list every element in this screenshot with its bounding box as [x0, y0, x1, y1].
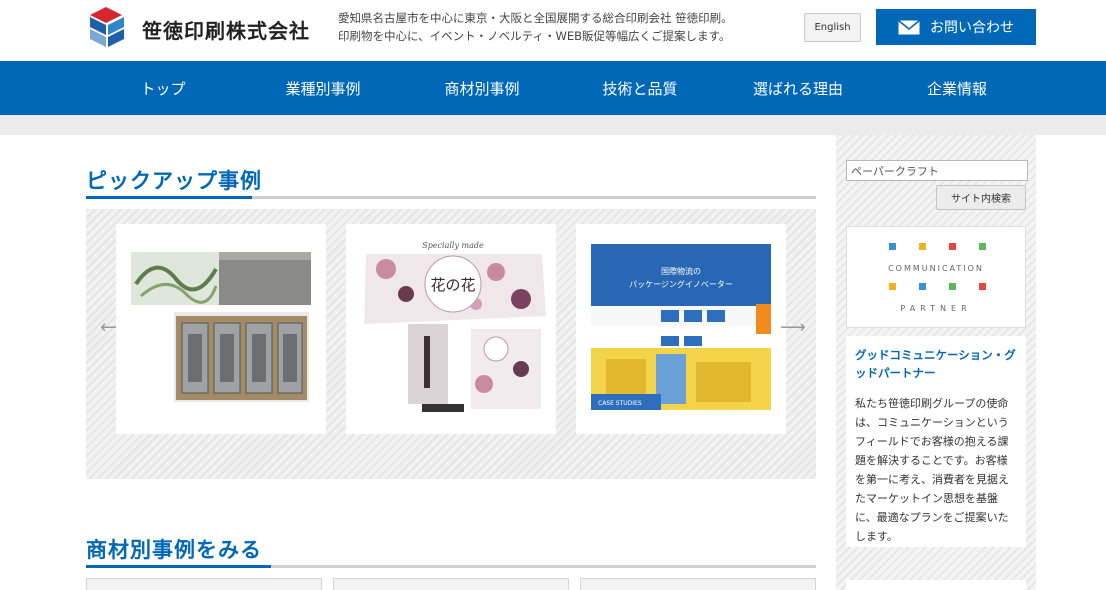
site-header: 笹徳印刷株式会社 愛知県名古屋市を中心に東京・大阪と全国展開する総合印刷会社 笹…: [0, 0, 1106, 61]
pickup-title-accent: [86, 196, 252, 199]
web-site-screenshot: 国際物流の パッケージングイノベーター CASE STUDIES: [591, 244, 771, 410]
box-text: 花の花: [430, 276, 475, 294]
hero-line-2: パッケージングイノベーター: [629, 279, 733, 289]
good-partner-text: 私たち笹徳印刷グループの使命は、コミュニケーションというフィールドでお客様の抱え…: [855, 397, 1009, 543]
hananohana-gift-box-photo: 花の花 Specially made: [364, 241, 546, 412]
pickup-card-1[interactable]: [116, 224, 326, 434]
nav-item-reasons[interactable]: 選ばれる理由: [718, 61, 878, 115]
tagline: 愛知県名古屋市を中心に東京・大阪と全国展開する総合印刷会社 笹徳印刷。 印刷物を…: [338, 9, 778, 45]
case-studies-badge: CASE STUDIES: [598, 400, 642, 407]
good-partner-banner[interactable]: COMMUNICATION PARTNER: [846, 226, 1026, 328]
gray-band: [0, 115, 1106, 135]
category-tile-2[interactable]: [333, 578, 569, 590]
good-partner-title[interactable]: グッドコミュニケーション・グッドパートナー: [855, 346, 1017, 382]
nav-item-company[interactable]: 企業情報: [877, 61, 1037, 115]
tagline-line-1: 愛知県名古屋市を中心に東京・大阪と全国展開する総合印刷会社 笹徳印刷。: [338, 11, 733, 25]
contact-button[interactable]: お問い合わせ: [876, 9, 1036, 45]
nav-item-product-cases[interactable]: 商材別事例: [402, 61, 562, 115]
nav-item-industry-cases[interactable]: 業種別事例: [243, 61, 403, 115]
site-search-input[interactable]: [846, 160, 1028, 181]
nav-item-technology-quality[interactable]: 技術と品質: [560, 61, 720, 115]
good-communication-logo: COMMUNICATION PARTNER: [888, 243, 986, 313]
banner-row-4: PARTNER: [900, 304, 971, 313]
company-logo-icon[interactable]: [86, 5, 126, 49]
tagline-line-2: 印刷物を中心に、イベント・ノベルティ・WEB販促等幅広くご提案します。: [338, 29, 731, 43]
nav-item-top[interactable]: トップ: [83, 61, 243, 115]
category-section-title: 商材別事例をみる: [86, 538, 262, 562]
company-name[interactable]: 笹徳印刷株式会社: [142, 15, 310, 44]
box-subtext: Specially made: [422, 241, 484, 250]
mail-icon: [898, 19, 920, 34]
good-partner-card: グッドコミュニケーション・グッドパートナー 私たち笹徳印刷グループの使命は、コミ…: [846, 336, 1026, 547]
packaging-metal-tray-photo: [131, 252, 311, 402]
contact-button-label: お問い合わせ: [930, 20, 1014, 36]
pickup-section-title: ピックアップ事例: [86, 169, 262, 193]
pickup-card-3[interactable]: 国際物流の パッケージングイノベーター CASE STUDIES: [576, 224, 786, 434]
category-title-accent: [86, 565, 271, 568]
pickup-card-2[interactable]: 花の花 Specially made: [346, 224, 556, 434]
sidebar-box-2: [846, 580, 1026, 590]
arrow-right-icon[interactable]: ⟶: [780, 317, 806, 338]
banner-row-2: COMMUNICATION: [888, 264, 984, 273]
category-tile-1[interactable]: [86, 578, 322, 590]
english-button[interactable]: English: [804, 13, 861, 42]
pickup-carousel[interactable]: ⟵ 花の花 Specially made 国際物流の パッケージングイノベーター…: [86, 209, 816, 479]
category-tile-3[interactable]: [580, 578, 816, 590]
global-nav: トップ 業種別事例 商材別事例 技術と品質 選ばれる理由 企業情報: [0, 61, 1106, 115]
hero-line-1: 国際物流の: [661, 266, 701, 276]
site-search-button[interactable]: サイト内検索: [936, 185, 1026, 210]
